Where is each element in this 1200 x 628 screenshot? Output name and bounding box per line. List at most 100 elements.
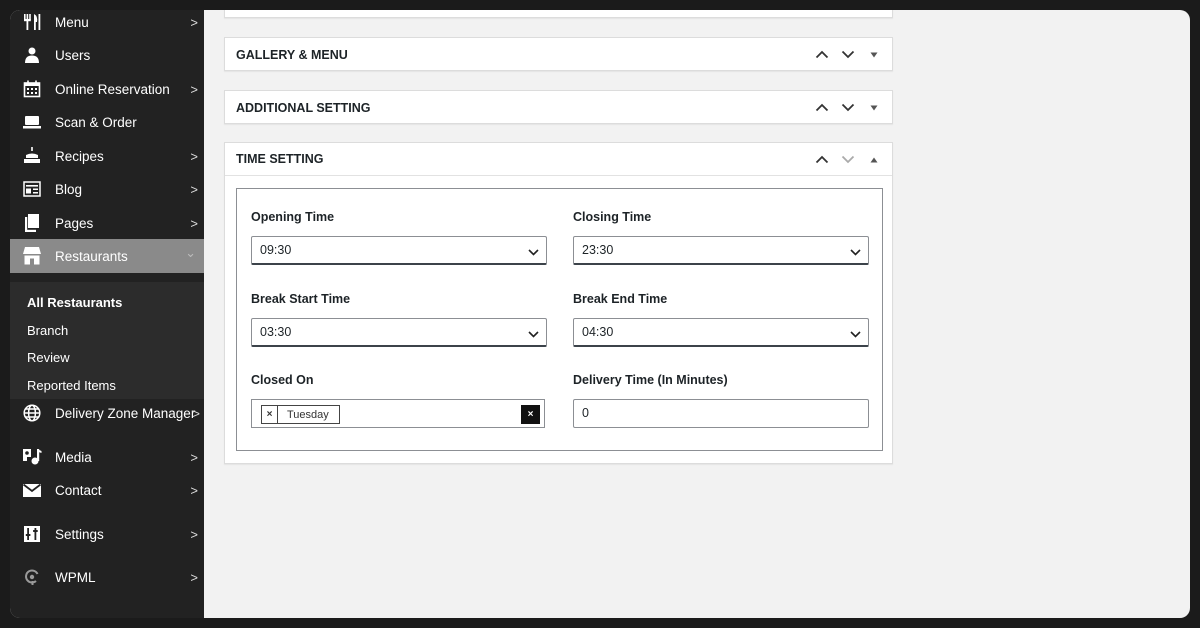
sidebar-item-label: Users [55,47,91,63]
settings-icon [22,524,42,544]
remove-tag-icon[interactable]: × [262,406,278,423]
wpml-icon [22,567,42,587]
globe-icon [22,403,42,423]
additional-setting-panel: ADDITIONAL SETTING [224,90,893,124]
sidebar-item-label: Scan & Order [55,114,137,130]
panel-header[interactable]: GALLERY & MENU [225,38,892,71]
store-icon [22,246,42,266]
sidebar-item-scan-order[interactable]: Scan & Order [10,105,204,139]
chevron-down-icon[interactable] [840,100,856,116]
chevron-right-icon: > [190,148,198,164]
calendar-icon [22,79,42,99]
delivery-time-input[interactable]: 0 [573,399,869,428]
chevron-right-icon: > [190,482,198,498]
panel-header[interactable]: ADDITIONAL SETTING [225,91,892,124]
restaurants-submenu: All Restaurants Branch Review Reported I… [10,282,204,399]
chevron-down-icon [850,327,861,341]
chevron-down-icon: ⌄ [185,245,196,260]
opening-time-value: 09:30 [260,243,292,257]
blog-icon [22,179,42,199]
closing-time-label: Closing Time [573,210,652,224]
break-start-time-label: Break Start Time [251,292,351,306]
chevron-up-icon[interactable] [814,100,830,116]
break-end-time-select[interactable]: 04:30 [573,318,869,347]
user-icon [22,45,42,65]
break-end-time-value: 04:30 [582,325,614,339]
triangle-down-icon[interactable] [866,100,882,116]
sidebar-item-settings[interactable]: Settings > [10,517,204,551]
chevron-right-icon: > [192,405,200,421]
sidebar-item-recipes[interactable]: Recipes > [10,139,204,173]
chevron-right-icon: > [190,81,198,97]
sidebar-item-label: Media [55,449,92,465]
closed-on-multiselect[interactable]: × Tuesday × [251,399,545,428]
submenu-item-branch[interactable]: Branch [27,323,68,338]
sidebar-item-contact[interactable]: Contact > [10,473,204,507]
sidebar-item-label: Menu [55,14,89,30]
break-end-time-label: Break End Time [573,292,668,306]
gallery-menu-panel: GALLERY & MENU [224,37,893,71]
chevron-down-icon[interactable] [840,152,856,168]
pages-icon [22,213,42,233]
closing-time-value: 23:30 [582,243,614,257]
panel-title: GALLERY & MENU [236,47,348,62]
chevron-down-icon [528,327,539,341]
selected-day-tag: × Tuesday [261,405,340,424]
sidebar-item-label: Online Reservation [55,81,170,97]
sidebar-item-label: Delivery Zone Manager [55,405,196,421]
previous-panel [224,10,893,18]
sidebar-item-label: Pages [55,215,94,231]
admin-sidebar: Menu > Users Online Reservation > Scan &… [10,10,204,618]
chevron-right-icon: > [190,526,198,542]
chevron-right-icon: > [190,215,198,231]
chevron-up-icon[interactable] [814,152,830,168]
delivery-time-label: Delivery Time (In Minutes) [573,373,728,387]
media-icon [22,447,42,467]
break-start-time-value: 03:30 [260,325,292,339]
sidebar-item-users[interactable]: Users [10,38,204,72]
sidebar-item-pages[interactable]: Pages > [10,206,204,240]
sidebar-item-label: WPML [55,569,96,585]
sidebar-item-media[interactable]: Media > [10,440,204,474]
chevron-right-icon: > [190,449,198,465]
closed-on-label: Closed On [251,373,314,387]
sidebar-item-blog[interactable]: Blog > [10,172,204,206]
break-start-time-select[interactable]: 03:30 [251,318,547,347]
sidebar-item-label: Settings [55,526,104,542]
utensils-icon [22,12,42,32]
panel-header[interactable]: TIME SETTING [225,143,892,176]
sidebar-item-online-reservation[interactable]: Online Reservation > [10,72,204,106]
chevron-down-icon [850,245,861,259]
cake-icon [22,146,42,166]
submenu-item-review[interactable]: Review [27,350,70,365]
sidebar-item-restaurants[interactable]: Restaurants ⌄ [10,239,204,273]
main-content: GALLERY & MENU ADDITIONAL SETTING TIME S… [204,10,1190,618]
scan-icon [22,112,42,132]
chevron-down-icon[interactable] [840,47,856,63]
opening-time-select[interactable]: 09:30 [251,236,547,265]
sidebar-item-label: Blog [55,181,83,197]
chevron-up-icon[interactable] [814,47,830,63]
sidebar-item-menu[interactable]: Menu > [10,10,204,39]
triangle-up-icon[interactable] [866,152,882,168]
panel-title: ADDITIONAL SETTING [236,100,371,115]
chevron-down-icon [528,245,539,259]
chevron-right-icon: > [190,181,198,197]
app-window: Menu > Users Online Reservation > Scan &… [10,10,1190,618]
sidebar-item-delivery-zone-manager[interactable]: Delivery Zone Manager > [10,396,204,430]
sidebar-item-wpml[interactable]: WPML > [10,560,204,594]
envelope-icon [22,480,42,500]
closing-time-select[interactable]: 23:30 [573,236,869,265]
submenu-item-reported-items[interactable]: Reported Items [27,378,116,393]
chevron-right-icon: > [190,569,198,585]
clear-all-icon[interactable]: × [521,405,540,424]
submenu-item-all-restaurants[interactable]: All Restaurants [27,295,122,310]
tag-label: Tuesday [287,408,329,421]
sidebar-item-label: Recipes [55,148,104,164]
triangle-down-icon[interactable] [866,47,882,63]
chevron-right-icon: > [190,14,198,30]
time-setting-panel: TIME SETTING Opening Time 09:30 Closing … [224,142,893,464]
opening-time-label: Opening Time [251,210,335,224]
sidebar-item-label: Contact [55,482,102,498]
panel-title: TIME SETTING [236,152,324,166]
